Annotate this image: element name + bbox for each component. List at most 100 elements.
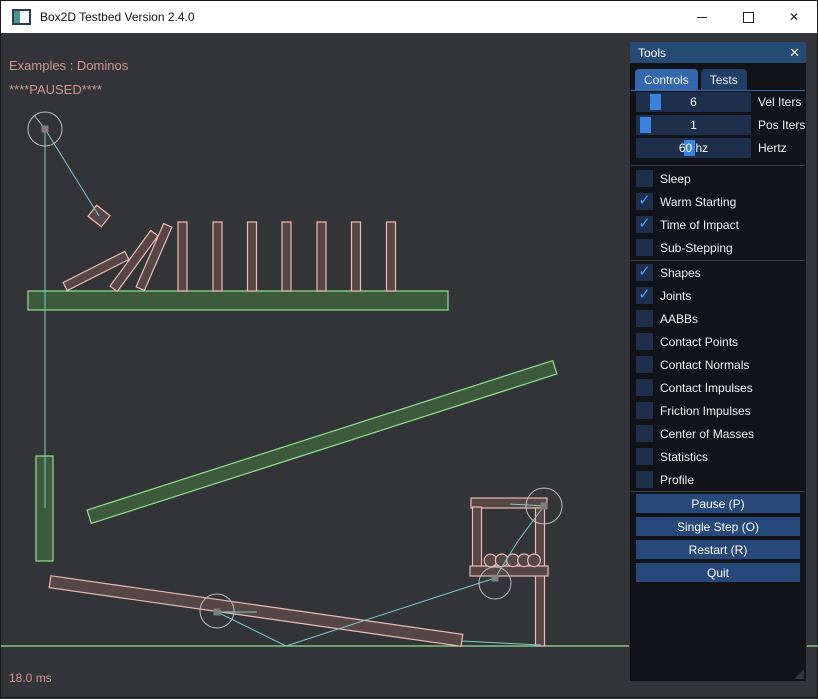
checkbox[interactable] bbox=[636, 356, 653, 373]
ball-body bbox=[528, 554, 541, 567]
resize-grip[interactable] bbox=[794, 669, 804, 679]
checkbox-row-profile[interactable]: Profile bbox=[636, 471, 694, 488]
checkbox-label: Warm Starting bbox=[660, 195, 736, 209]
checkbox[interactable] bbox=[636, 425, 653, 442]
checkbox-label: Profile bbox=[660, 473, 694, 487]
checkbox-row-shapes[interactable]: ✓ Shapes bbox=[636, 264, 701, 281]
separator bbox=[631, 165, 805, 166]
checkbox[interactable]: ✓ bbox=[636, 264, 653, 281]
check-icon: ✓ bbox=[638, 287, 651, 302]
tools-panel: Tools ✕ Controls Tests 6 Vel Iters 1 Pos Ite… bbox=[629, 41, 807, 682]
check-icon: ✓ bbox=[638, 193, 651, 208]
joint-line bbox=[462, 641, 541, 645]
checkbox[interactable] bbox=[636, 402, 653, 419]
dynamic-body bbox=[178, 222, 187, 291]
checkbox[interactable] bbox=[636, 379, 653, 396]
checkbox[interactable] bbox=[636, 170, 653, 187]
pause-p-button[interactable]: Pause (P) bbox=[636, 494, 800, 513]
restart-r-button[interactable]: Restart (R) bbox=[636, 540, 800, 559]
os-titlebar[interactable]: Box2D Testbed Version 2.4.0 ✕ bbox=[1, 1, 817, 33]
window-title: Box2D Testbed Version 2.4.0 bbox=[40, 10, 195, 24]
separator bbox=[631, 491, 805, 492]
checkbox-label: Joints bbox=[660, 289, 691, 303]
slider-track[interactable]: 6 bbox=[636, 92, 751, 112]
tab-tests[interactable]: Tests bbox=[701, 69, 747, 90]
checkbox-row-warm-starting[interactable]: ✓ Warm Starting bbox=[636, 193, 736, 210]
checkbox[interactable]: ✓ bbox=[636, 216, 653, 233]
slider-label: Vel Iters bbox=[758, 95, 801, 109]
check-icon: ✓ bbox=[638, 216, 651, 231]
tab-bar: Controls Tests bbox=[635, 69, 747, 90]
dynamic-body bbox=[536, 508, 545, 646]
separator bbox=[631, 260, 805, 261]
checkbox-label: Shapes bbox=[660, 266, 701, 280]
checkbox-row-time-of-impact[interactable]: ✓ Time of Impact bbox=[636, 216, 739, 233]
tab-controls[interactable]: Controls bbox=[635, 69, 698, 90]
checkbox[interactable] bbox=[636, 471, 653, 488]
example-label: Examples : Dominos bbox=[9, 58, 128, 73]
checkbox-label: Contact Impulses bbox=[660, 381, 753, 395]
checkbox[interactable] bbox=[636, 239, 653, 256]
checkbox-label: Sleep bbox=[660, 172, 691, 186]
checkbox-row-contact-normals[interactable]: Contact Normals bbox=[636, 356, 749, 373]
dynamic-body bbox=[213, 222, 222, 291]
dynamic-body bbox=[282, 222, 291, 291]
dynamic-body bbox=[49, 576, 463, 646]
tab-underline bbox=[631, 90, 805, 91]
checkbox-row-contact-impulses[interactable]: Contact Impulses bbox=[636, 379, 753, 396]
dynamic-body bbox=[317, 222, 326, 291]
joint-anchor bbox=[42, 126, 49, 133]
dynamic-body bbox=[352, 222, 361, 291]
maximize-button[interactable] bbox=[725, 1, 771, 33]
slider-label: Pos Iters bbox=[758, 118, 805, 132]
checkbox[interactable]: ✓ bbox=[636, 193, 653, 210]
slider-row-hertz: 60 hz Hertz bbox=[636, 138, 787, 158]
slider-track[interactable]: 60 hz bbox=[636, 138, 751, 158]
app-icon bbox=[12, 9, 31, 25]
tab-label: Controls bbox=[644, 73, 689, 87]
checkbox-row-sub-stepping[interactable]: Sub-Stepping bbox=[636, 239, 733, 256]
minimize-icon bbox=[697, 17, 707, 18]
tab-label: Tests bbox=[710, 73, 738, 87]
slider-label: Hertz bbox=[758, 141, 787, 155]
joint-line bbox=[45, 129, 99, 216]
checkbox[interactable]: ✓ bbox=[636, 287, 653, 304]
tools-panel-title: Tools bbox=[638, 46, 666, 60]
single-step-o-button[interactable]: Single Step (O) bbox=[636, 517, 800, 536]
checkbox-row-center-of-masses[interactable]: Center of Masses bbox=[636, 425, 754, 442]
slider-track[interactable]: 1 bbox=[636, 115, 751, 135]
slider-value: 60 hz bbox=[636, 138, 751, 158]
checkbox-label: Center of Masses bbox=[660, 427, 754, 441]
close-icon: ✕ bbox=[789, 11, 799, 23]
joint-anchor bbox=[214, 609, 221, 616]
frame-time-label: 18.0 ms bbox=[9, 671, 52, 685]
checkbox-row-friction-impulses[interactable]: Friction Impulses bbox=[636, 402, 751, 419]
checkbox-row-sleep[interactable]: Sleep bbox=[636, 170, 691, 187]
checkbox-row-aabbs[interactable]: AABBs bbox=[636, 310, 698, 327]
checkbox-row-joints[interactable]: ✓ Joints bbox=[636, 287, 691, 304]
box2d-testbed-window: { "window": { "title": "Box2D Testbed Ve… bbox=[0, 0, 818, 698]
minimize-button[interactable] bbox=[679, 1, 725, 33]
tools-panel-titlebar[interactable]: Tools ✕ bbox=[630, 42, 806, 63]
dynamic-body bbox=[248, 222, 257, 291]
checkbox-row-statistics[interactable]: Statistics bbox=[636, 448, 708, 465]
checkbox-label: Sub-Stepping bbox=[660, 241, 733, 255]
tools-close-icon[interactable]: ✕ bbox=[789, 46, 800, 59]
checkbox-label: AABBs bbox=[660, 312, 698, 326]
checkbox[interactable] bbox=[636, 333, 653, 350]
joint-anchor bbox=[541, 503, 548, 510]
quit-button[interactable]: Quit bbox=[636, 563, 800, 582]
slider-value: 1 bbox=[636, 115, 751, 135]
slider-value: 6 bbox=[636, 92, 751, 112]
checkbox[interactable] bbox=[636, 310, 653, 327]
dynamic-body bbox=[471, 498, 547, 508]
checkbox[interactable] bbox=[636, 448, 653, 465]
check-icon: ✓ bbox=[638, 264, 651, 279]
checkbox-label: Time of Impact bbox=[660, 218, 739, 232]
checkbox-row-contact-points[interactable]: Contact Points bbox=[636, 333, 738, 350]
dynamic-body bbox=[387, 222, 396, 291]
close-button[interactable]: ✕ bbox=[771, 1, 817, 33]
maximize-icon bbox=[743, 12, 754, 23]
paused-label: ****PAUSED**** bbox=[9, 82, 102, 97]
checkbox-label: Friction Impulses bbox=[660, 404, 751, 418]
